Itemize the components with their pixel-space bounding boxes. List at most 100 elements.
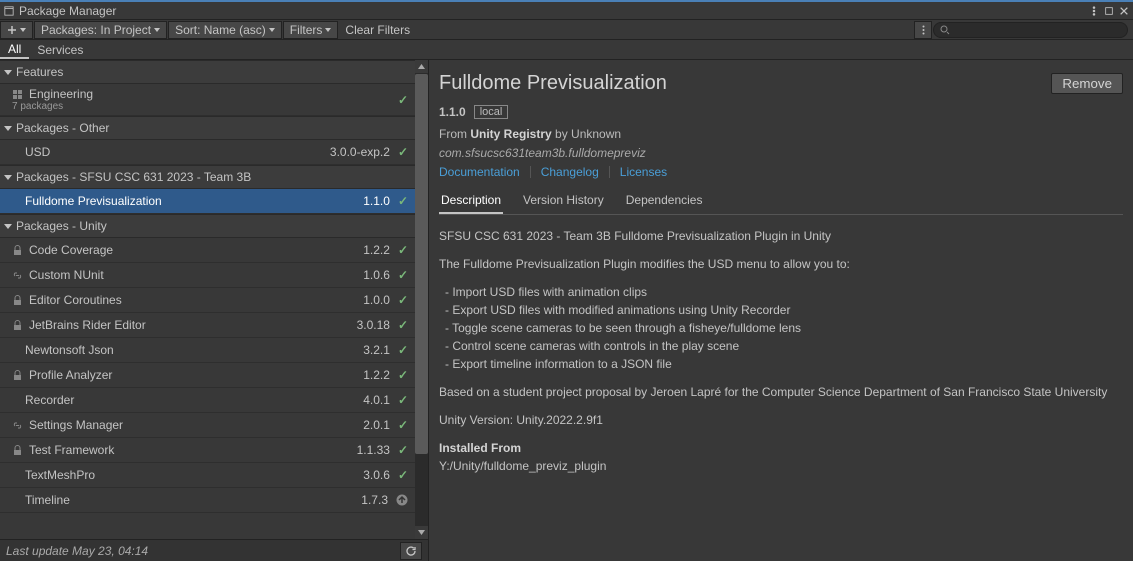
packages-scope-dropdown[interactable]: Packages: In Project [34, 21, 167, 39]
installed-path: Y:/Unity/fulldome_previz_plugin [439, 457, 1123, 475]
section-other[interactable]: Packages - Other [0, 116, 428, 140]
package-profile-analyzer[interactable]: Profile Analyzer 1.2.2 ✓ [0, 363, 428, 388]
update-available-icon [396, 494, 408, 506]
remove-button[interactable]: Remove [1051, 73, 1123, 94]
search-icon [940, 25, 950, 35]
lock-icon [12, 295, 23, 306]
desc-bullet: - Toggle scene cameras to be seen throug… [445, 319, 1123, 337]
desc-bullet: - Import USD files with animation clips [445, 283, 1123, 301]
section-features[interactable]: Features [0, 60, 428, 84]
window-title: Package Manager [19, 4, 116, 18]
lock-icon [12, 320, 23, 331]
close-icon[interactable] [1119, 6, 1129, 16]
package-detail-panel: Fulldome Previsualization Remove 1.1.0 l… [428, 60, 1133, 561]
scroll-down-icon[interactable] [415, 526, 428, 539]
foldout-icon [4, 224, 12, 229]
package-rider[interactable]: JetBrains Rider Editor 3.0.18 ✓ [0, 313, 428, 338]
package-name: USD [25, 145, 50, 159]
local-badge: local [474, 105, 509, 119]
package-settings-manager[interactable]: Settings Manager 2.0.1✓ [0, 413, 428, 438]
check-icon: ✓ [398, 318, 408, 332]
separator [530, 166, 531, 178]
package-version: 4.0.1 [363, 393, 390, 407]
tab-dependencies[interactable]: Dependencies [624, 193, 705, 214]
package-id: com.sfsucsc631team3b.fulldomepreviz [439, 146, 1123, 160]
package-custom-nunit[interactable]: Custom NUnit 1.0.6✓ [0, 263, 428, 288]
desc-bullet: - Control scene cameras with controls in… [445, 337, 1123, 355]
package-timeline[interactable]: Timeline 1.7.3 [0, 488, 428, 513]
package-name: Profile Analyzer [29, 368, 112, 382]
lock-icon [12, 370, 23, 381]
tab-all[interactable]: All [0, 40, 29, 59]
package-name: Custom NUnit [29, 268, 104, 282]
detail-version: 1.1.0 [439, 105, 466, 119]
check-icon: ✓ [398, 145, 408, 159]
status-bar: Last update May 23, 04:14 [0, 539, 428, 561]
feature-engineering[interactable]: Engineering 7 packages ✓ [0, 84, 428, 116]
kebab-icon [922, 25, 925, 35]
section-unity[interactable]: Packages - Unity [0, 214, 428, 238]
foldout-icon [4, 126, 12, 131]
check-icon: ✓ [398, 343, 408, 357]
sort-dropdown[interactable]: Sort: Name (asc) [168, 21, 282, 39]
licenses-link[interactable]: Licenses [620, 165, 667, 179]
package-test-framework[interactable]: Test Framework 1.1.33✓ [0, 438, 428, 463]
package-fulldome[interactable]: Fulldome Previsualization 1.1.0 ✓ [0, 189, 428, 214]
package-version: 1.2.2 [363, 368, 390, 382]
package-recorder[interactable]: Recorder 4.0.1✓ [0, 388, 428, 413]
package-name: TextMeshPro [25, 468, 95, 482]
package-name: Fulldome Previsualization [25, 194, 162, 208]
tab-description[interactable]: Description [439, 193, 503, 214]
clear-filters-button[interactable]: Clear Filters [339, 21, 416, 39]
check-icon: ✓ [398, 293, 408, 307]
section-label: Packages - Other [16, 121, 109, 135]
tab-services[interactable]: Services [29, 40, 91, 59]
check-icon: ✓ [398, 194, 408, 208]
package-version: 1.0.0 [363, 293, 390, 307]
section-team3b[interactable]: Packages - SFSU CSC 631 2023 - Team 3B [0, 165, 428, 189]
package-usd[interactable]: USD 3.0.0-exp.2 ✓ [0, 140, 428, 165]
check-icon: ✓ [398, 468, 408, 482]
desc-bullet: - Export timeline information to a JSON … [445, 355, 1123, 373]
package-version: 1.2.2 [363, 243, 390, 257]
documentation-link[interactable]: Documentation [439, 165, 520, 179]
scroll-up-icon[interactable] [415, 60, 428, 73]
link-icon [12, 270, 23, 281]
section-label: Packages - SFSU CSC 631 2023 - Team 3B [16, 170, 251, 184]
advanced-button[interactable] [914, 21, 932, 39]
tab-version-history[interactable]: Version History [521, 193, 606, 214]
link-icon [12, 420, 23, 431]
scope-tabs: All Services [0, 40, 1133, 60]
package-version: 3.0.18 [357, 318, 390, 332]
title-bar: Package Manager [0, 0, 1133, 20]
foldout-icon [4, 175, 12, 180]
package-newtonsoft[interactable]: Newtonsoft Json 3.2.1 ✓ [0, 338, 428, 363]
more-icon[interactable] [1089, 6, 1099, 16]
scrollbar-thumb[interactable] [415, 74, 428, 454]
changelog-link[interactable]: Changelog [541, 165, 599, 179]
refresh-button[interactable] [400, 542, 422, 560]
package-version: 3.2.1 [363, 343, 390, 357]
package-name: Newtonsoft Json [25, 343, 114, 357]
check-icon: ✓ [398, 368, 408, 382]
check-icon: ✓ [398, 93, 408, 107]
search-input[interactable] [933, 22, 1128, 38]
add-package-button[interactable] [0, 21, 33, 39]
package-version: 1.1.0 [363, 194, 390, 208]
package-editor-coroutines[interactable]: Editor Coroutines 1.0.0✓ [0, 288, 428, 313]
check-icon: ✓ [398, 243, 408, 257]
chevron-down-icon [269, 27, 275, 33]
package-textmeshpro[interactable]: TextMeshPro 3.0.6✓ [0, 463, 428, 488]
package-name: JetBrains Rider Editor [29, 318, 146, 332]
package-version: 3.0.0-exp.2 [330, 145, 390, 159]
list-scrollbar[interactable] [415, 60, 428, 539]
check-icon: ✓ [398, 268, 408, 282]
package-name: Timeline [25, 493, 70, 507]
chevron-down-icon [154, 27, 160, 33]
maximize-icon[interactable] [1104, 6, 1114, 16]
detail-title: Fulldome Previsualization [439, 72, 667, 95]
filters-dropdown[interactable]: Filters [283, 21, 339, 39]
package-code-coverage[interactable]: Code Coverage 1.2.2✓ [0, 238, 428, 263]
chevron-down-icon [20, 27, 26, 33]
check-icon: ✓ [398, 393, 408, 407]
